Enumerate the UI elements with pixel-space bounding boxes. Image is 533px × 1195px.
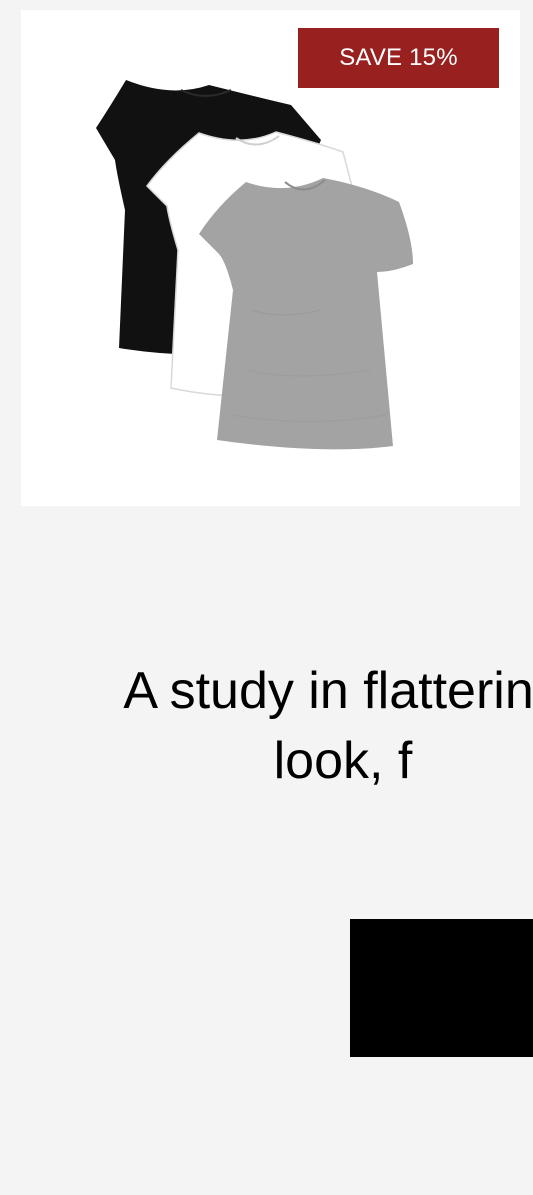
product-card[interactable]: SAVE 15%	[21, 10, 520, 506]
tagline-text: A study in flattering look, f	[123, 662, 533, 790]
cta-button[interactable]	[350, 919, 533, 1057]
sale-badge: SAVE 15%	[339, 44, 458, 71]
page: SAVE 15% A study in flattering look, f	[0, 0, 533, 1195]
tagline: A study in flattering look, f	[0, 656, 533, 796]
grey-tshirt	[199, 178, 413, 450]
